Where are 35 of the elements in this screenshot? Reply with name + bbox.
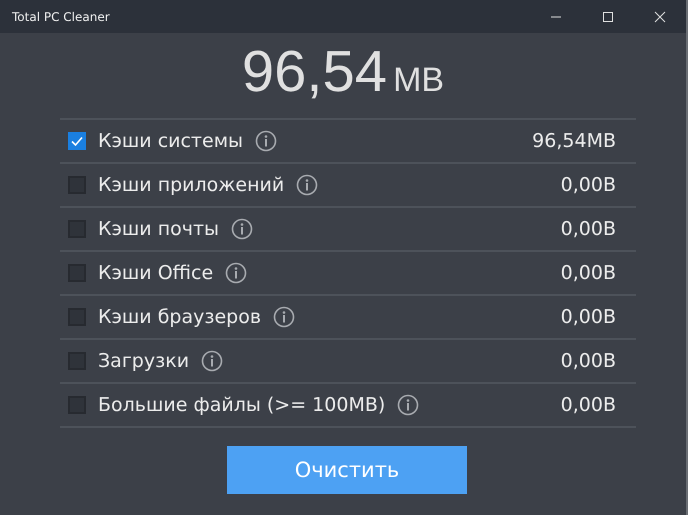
item-size: 96,54MB — [532, 130, 616, 152]
size-unit: MB — [393, 61, 444, 100]
item-label: Загрузки — [98, 350, 190, 372]
info-icon[interactable] — [255, 130, 278, 152]
window-title: Total PC Cleaner — [11, 10, 111, 24]
checkbox[interactable] — [68, 132, 86, 150]
info-icon[interactable] — [225, 262, 248, 284]
info-icon[interactable] — [201, 350, 224, 372]
item-size: 0,00B — [560, 394, 616, 416]
checkbox[interactable] — [68, 352, 86, 370]
maximize-icon — [602, 10, 614, 22]
item-size: 0,00B — [560, 174, 616, 196]
item-size: 0,00B — [560, 218, 616, 240]
item-size: 0,00B — [560, 262, 616, 284]
clean-button[interactable]: Очистить — [227, 446, 467, 494]
item-label: Кэши браузеров — [98, 306, 262, 328]
close-icon — [654, 10, 666, 22]
info-icon[interactable] — [397, 394, 420, 416]
checkbox[interactable] — [68, 396, 86, 414]
item-label: Кэши системы — [98, 130, 244, 152]
checkbox[interactable] — [68, 176, 86, 194]
checkbox[interactable] — [68, 220, 86, 238]
item-label: Кэши Office — [98, 262, 214, 284]
item-label: Кэши почты — [98, 218, 220, 240]
item-label: Большие файлы (>= 100MB) — [98, 394, 386, 416]
checkmark-icon — [70, 134, 84, 148]
total-size: 96,54 — [242, 38, 388, 105]
checkbox[interactable] — [68, 308, 86, 326]
info-icon[interactable] — [296, 174, 318, 196]
info-icon[interactable] — [231, 218, 254, 240]
info-icon[interactable] — [273, 306, 296, 328]
item-label: Кэши приложений — [98, 174, 284, 196]
checkbox[interactable] — [68, 264, 86, 282]
item-size: 0,00B — [560, 306, 616, 328]
item-size: 0,00B — [560, 350, 616, 372]
